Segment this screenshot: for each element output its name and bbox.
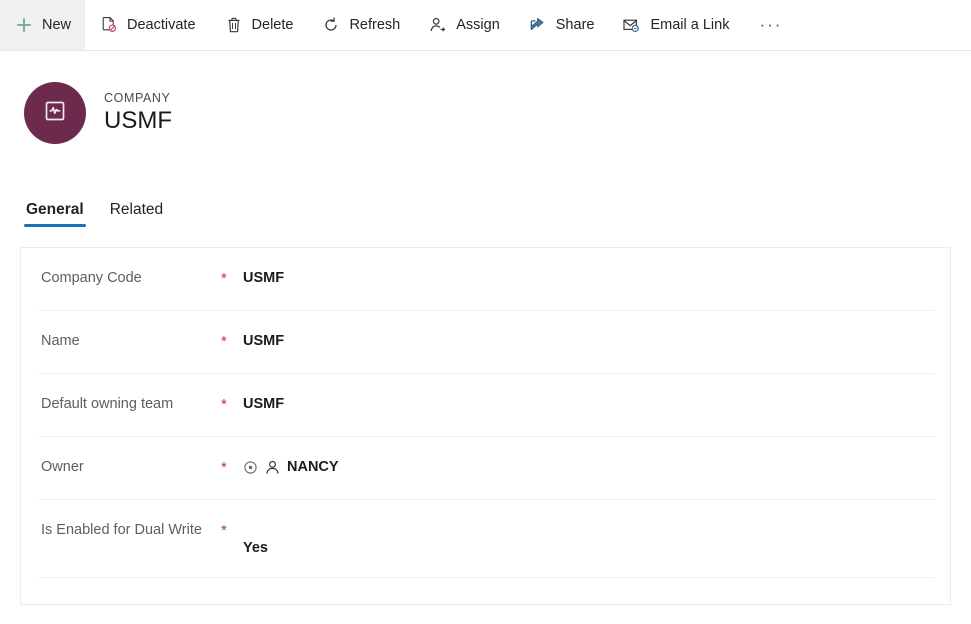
tab-strip: General Related (0, 191, 971, 229)
share-icon (528, 15, 548, 35)
new-button[interactable]: New (0, 0, 86, 50)
tab-general[interactable]: General (16, 195, 94, 229)
field-value-text: Yes (243, 540, 268, 556)
delete-button-label: Delete (251, 16, 294, 33)
field-row: Company Code * USMF (21, 248, 950, 311)
field-value-text: USMF (243, 270, 285, 286)
field-value-name[interactable]: USMF (243, 331, 934, 351)
field-value-owner[interactable]: NANCY (243, 457, 934, 477)
refresh-icon (321, 15, 341, 35)
deactivate-icon (99, 15, 119, 35)
field-row: Default owning team * USMF (21, 374, 950, 437)
field-label-company-code: Company Code (41, 270, 142, 286)
email-a-link-button-label: Email a Link (650, 16, 730, 33)
required-marker: * (221, 333, 227, 350)
field-label-is-enabled-for-dual-write: Is Enabled for Dual Write (41, 522, 202, 538)
required-marker: * (221, 459, 227, 476)
avatar (24, 82, 86, 144)
field-value-text: USMF (243, 396, 285, 412)
share-button[interactable]: Share (514, 0, 609, 50)
deactivate-button-label: Deactivate (127, 16, 196, 33)
trash-icon (224, 15, 244, 35)
deactivate-button[interactable]: Deactivate (85, 0, 210, 50)
record-header: COMPANY USMF (0, 51, 971, 147)
general-tab-form-card: Company Code * USMF Name * USMF Default … (20, 247, 951, 605)
entity-type-label: COMPANY (104, 91, 171, 106)
record-header-text: COMPANY USMF (104, 91, 172, 135)
assign-person-icon (428, 15, 448, 35)
field-value-text: USMF (243, 333, 285, 349)
field-value-company-code[interactable]: USMF (243, 268, 934, 288)
person-icon (264, 459, 281, 476)
overflow-menu-button[interactable]: ··· (743, 0, 798, 50)
assign-button[interactable]: Assign (414, 0, 514, 50)
required-marker: * (221, 270, 227, 287)
command-bar: New Deactivate Delete Refresh Assign Sha… (0, 0, 971, 51)
email-link-icon (622, 15, 642, 35)
assign-button-label: Assign (456, 16, 500, 33)
field-row: Owner * NANCY (21, 437, 950, 500)
refresh-button[interactable]: Refresh (307, 0, 414, 50)
field-row: Name * USMF (21, 311, 950, 374)
field-label-default-owning-team: Default owning team (41, 396, 174, 412)
field-value-default-owning-team[interactable]: USMF (243, 394, 934, 414)
field-value-text: NANCY (287, 459, 339, 475)
plus-icon (14, 15, 34, 35)
field-label-owner: Owner (41, 459, 84, 475)
field-row: Is Enabled for Dual Write * Yes (21, 500, 950, 578)
refresh-button-label: Refresh (349, 16, 401, 33)
page-title: USMF (104, 107, 172, 135)
share-button-label: Share (555, 16, 595, 33)
tab-related-label: Related (109, 201, 164, 218)
new-button-label: New (42, 16, 72, 33)
email-a-link-button[interactable]: Email a Link (608, 0, 743, 50)
company-grid-icon (42, 98, 68, 129)
delete-button[interactable]: Delete (210, 0, 308, 50)
field-label-name: Name (41, 333, 80, 349)
required-marker: * (221, 522, 227, 539)
tab-related[interactable]: Related (100, 195, 173, 229)
tab-general-label: General (26, 201, 84, 218)
required-marker: * (221, 396, 227, 413)
field-value-is-enabled-for-dual-write[interactable]: Yes (243, 520, 934, 558)
read-only-lock-icon (243, 460, 258, 475)
